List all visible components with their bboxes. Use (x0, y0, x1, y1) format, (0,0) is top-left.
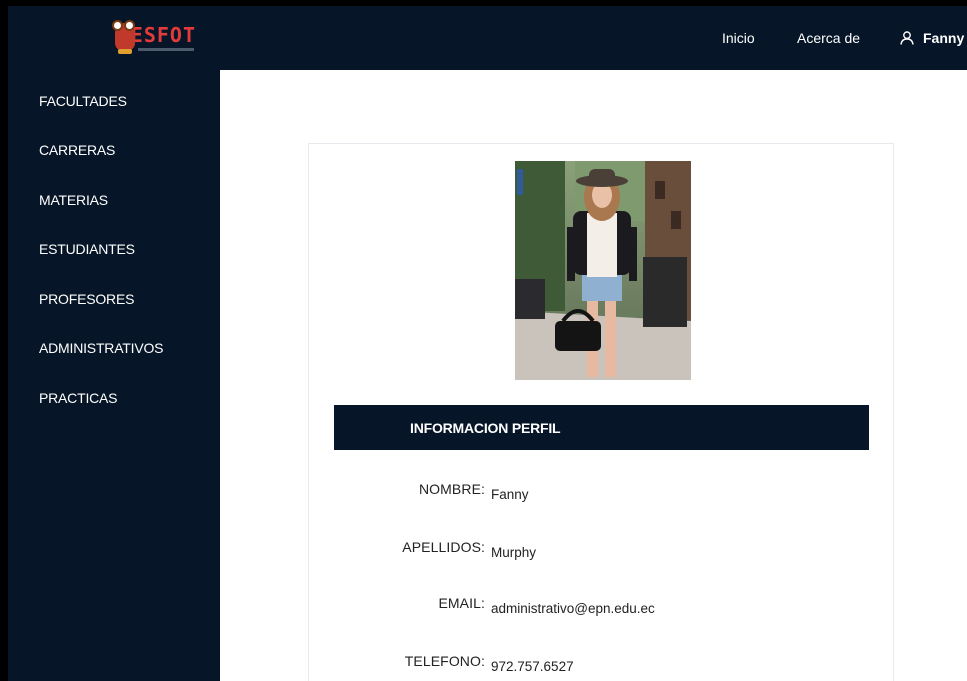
brand-logo[interactable]: ESFOT (112, 12, 196, 58)
user-menu[interactable]: Fanny (900, 6, 964, 70)
nav-link-acerca-label: Acerca de (797, 30, 861, 46)
sidebar-item-facultades[interactable]: FACULTADES (39, 93, 127, 109)
nav-link-inicio[interactable]: Inicio (722, 6, 755, 70)
sidebar-item-administrativos[interactable]: ADMINISTRATIVOS (39, 340, 164, 356)
info-profile-title: INFORMACION PERFIL (410, 419, 561, 436)
sidebar: FACULTADES CARRERAS MATERIAS ESTUDIANTES… (8, 70, 220, 681)
nav-link-inicio-label: Inicio (722, 30, 755, 46)
sidebar-item-estudiantes[interactable]: ESTUDIANTES (39, 241, 135, 257)
sidebar-item-profesores[interactable]: PROFESORES (39, 291, 134, 307)
sidebar-item-materias[interactable]: MATERIAS (39, 192, 108, 208)
field-label-apellidos: APELLIDOS: (402, 539, 485, 555)
top-navbar: ESFOT Inicio Acerca de Fanny (8, 6, 967, 70)
logo-text: ESFOT (130, 23, 196, 47)
profile-card: INFORMACION PERFIL NOMBRE: Fanny APELLID… (308, 143, 894, 681)
field-value-nombre: Fanny (491, 487, 529, 502)
field-row-telefono: TELEFONO: 972.757.6527 (309, 653, 895, 675)
sidebar-item-practicas[interactable]: PRACTICAS (39, 390, 118, 406)
app-window: ESFOT Inicio Acerca de Fanny FACULTADES … (8, 6, 967, 681)
info-profile-header: INFORMACION PERFIL (334, 405, 869, 450)
field-label-telefono: TELEFONO: (404, 653, 485, 669)
user-icon (900, 31, 914, 45)
profile-photo (515, 161, 691, 380)
sidebar-item-carreras[interactable]: CARRERAS (39, 142, 115, 158)
field-value-apellidos: Murphy (491, 545, 537, 560)
field-value-telefono: 972.757.6527 (491, 659, 574, 674)
owl-logo-icon (112, 15, 135, 55)
field-row-apellidos: APELLIDOS: Murphy (309, 539, 895, 561)
field-value-email: administrativo@epn.edu.ec (491, 601, 655, 616)
field-label-nombre: NOMBRE: (418, 481, 485, 497)
field-label-email: EMAIL: (438, 595, 485, 611)
user-name: Fanny (923, 30, 965, 46)
logo-subtitle-bar (138, 48, 194, 51)
nav-link-acerca[interactable]: Acerca de (797, 6, 860, 70)
screen-frame: ESFOT Inicio Acerca de Fanny FACULTADES … (0, 0, 967, 681)
field-row-nombre: NOMBRE: Fanny (309, 481, 895, 503)
field-row-email: EMAIL: administrativo@epn.edu.ec (309, 595, 895, 617)
profile-photo-image (515, 161, 691, 380)
